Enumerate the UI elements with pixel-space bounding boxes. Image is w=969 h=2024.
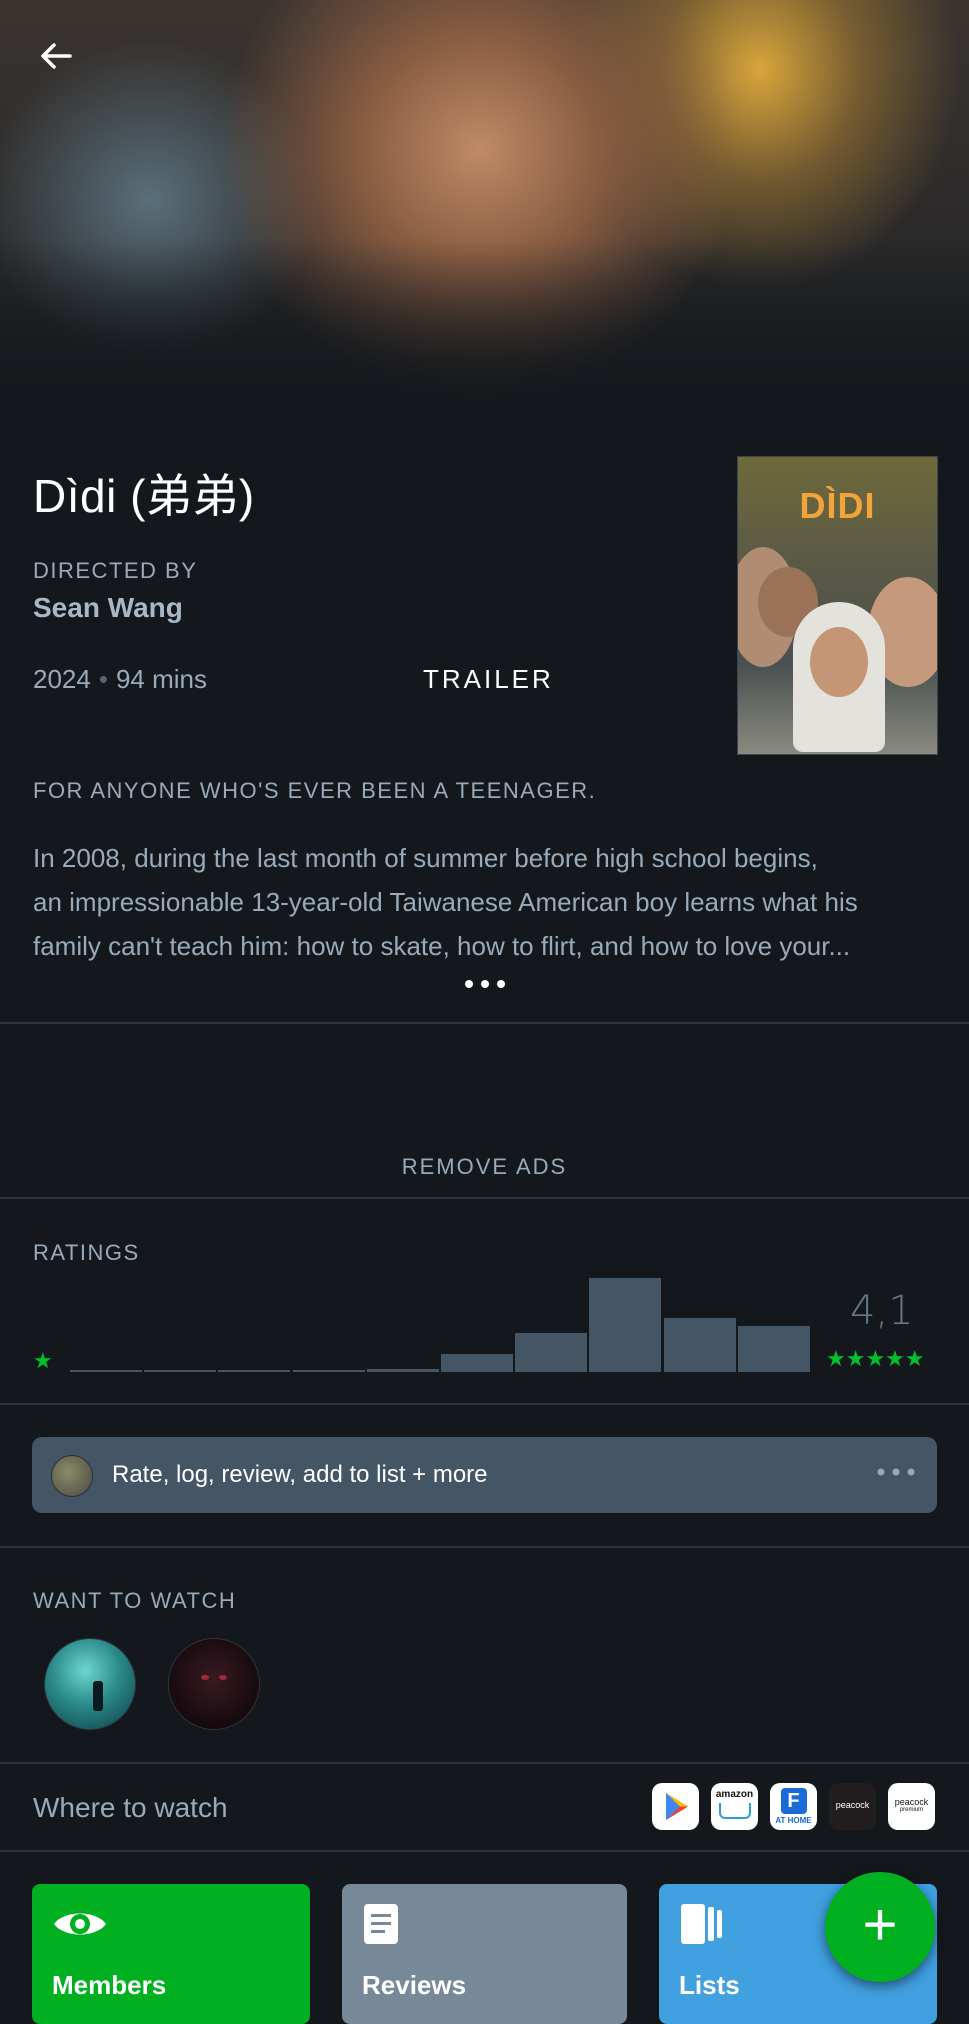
divider <box>0 1022 969 1024</box>
rate-log-review-button[interactable]: Rate, log, review, add to list + more <box>32 1437 937 1513</box>
histogram-bar[interactable] <box>589 1278 661 1372</box>
more-synopsis-icon[interactable] <box>460 972 510 996</box>
amazon-wordmark: amazon <box>715 1789 754 1800</box>
peacock-icon[interactable]: peacock <box>829 1783 876 1830</box>
members-tile[interactable]: Members <box>32 1884 310 2024</box>
synopsis-line: family can't teach him: how to skate, ho… <box>33 931 851 961</box>
synopsis[interactable]: In 2008, during the last month of summer… <box>33 836 938 968</box>
lists-icon <box>681 1904 722 1944</box>
member-avatar[interactable] <box>168 1638 260 1730</box>
peacock-premium-icon[interactable]: peacock premium <box>888 1783 935 1830</box>
divider <box>0 1762 969 1764</box>
histogram-bar[interactable] <box>515 1333 587 1372</box>
avatar-figure <box>93 1681 103 1711</box>
histogram-bar[interactable] <box>70 1370 142 1372</box>
histogram-bar[interactable] <box>367 1369 439 1372</box>
back-arrow-icon[interactable] <box>36 36 76 76</box>
meta-separator: • <box>98 664 108 694</box>
divider <box>0 1546 969 1548</box>
remove-ads-link[interactable]: REMOVE ADS <box>0 1154 969 1180</box>
histogram-bar[interactable] <box>144 1370 216 1372</box>
add-fab-button[interactable]: + <box>825 1872 935 1982</box>
user-avatar <box>51 1455 93 1497</box>
film-poster[interactable]: DÌDI <box>737 456 938 755</box>
ratings-histogram[interactable] <box>70 1278 812 1372</box>
histogram-bar[interactable] <box>738 1326 810 1372</box>
histogram-bar[interactable] <box>441 1354 513 1372</box>
reviews-label: Reviews <box>362 1970 467 2000</box>
director-link[interactable]: Sean Wang <box>33 592 183 624</box>
fandango-label: AT HOME <box>775 1816 812 1825</box>
poster-title: DÌDI <box>799 485 876 526</box>
film-title: Dìdi (弟弟) <box>33 470 255 522</box>
histogram-bar[interactable] <box>664 1318 736 1372</box>
min-star-icon: ★ <box>33 1348 53 1373</box>
want-to-watch-label: WANT TO WATCH <box>33 1588 237 1613</box>
where-to-watch-label[interactable]: Where to watch <box>33 1792 228 1824</box>
directed-by-label: DIRECTED BY <box>33 558 198 583</box>
poster-figure-4-face <box>810 627 868 697</box>
synopsis-line: an impressionable 13-year-old Taiwanese … <box>33 887 858 917</box>
runtime: 94 mins <box>115 664 207 694</box>
fandango-mark: F <box>780 1788 807 1814</box>
amazon-icon[interactable]: amazon <box>711 1783 758 1830</box>
histogram-bar[interactable] <box>293 1370 365 1372</box>
average-rating: 4,1 <box>850 1288 914 1334</box>
members-label: Members <box>52 1970 167 2000</box>
member-avatar[interactable] <box>44 1638 136 1730</box>
fandango-at-home-icon[interactable]: F AT HOME <box>770 1783 817 1830</box>
reviews-tile[interactable]: Reviews <box>342 1884 627 2024</box>
more-options-icon[interactable] <box>875 1465 917 1479</box>
synopsis-line: In 2008, during the last month of summer… <box>33 843 818 873</box>
document-icon <box>364 1904 398 1944</box>
peacock-wordmark: peacock <box>835 1800 870 1810</box>
max-stars-icon: ★★★★★ <box>826 1346 925 1371</box>
google-play-icon[interactable] <box>652 1783 699 1830</box>
eye-icon <box>54 1913 106 1935</box>
premium-label: premium <box>899 1807 924 1813</box>
tagline: FOR ANYONE WHO'S EVER BEEN A TEENAGER. <box>33 778 597 803</box>
avatar-eye <box>219 1675 227 1680</box>
avatar-eye <box>201 1675 209 1680</box>
amazon-cart <box>718 1803 751 1819</box>
rate-bar-label: Rate, log, review, add to list + more <box>112 1461 488 1488</box>
divider <box>0 1403 969 1405</box>
lists-label: Lists <box>679 1970 740 2000</box>
trailer-button[interactable]: TRAILER <box>423 664 554 695</box>
histogram-bar[interactable] <box>218 1370 290 1372</box>
ratings-label: RATINGS <box>33 1240 140 1265</box>
plus-icon: + <box>862 1891 898 1958</box>
film-meta: 2024 • 94 mins <box>33 664 207 695</box>
release-year[interactable]: 2024 <box>33 664 91 694</box>
backdrop-fade <box>0 240 969 460</box>
peacock-premium-wordmark: peacock <box>894 1797 929 1807</box>
divider <box>0 1197 969 1199</box>
divider <box>0 1850 969 1852</box>
